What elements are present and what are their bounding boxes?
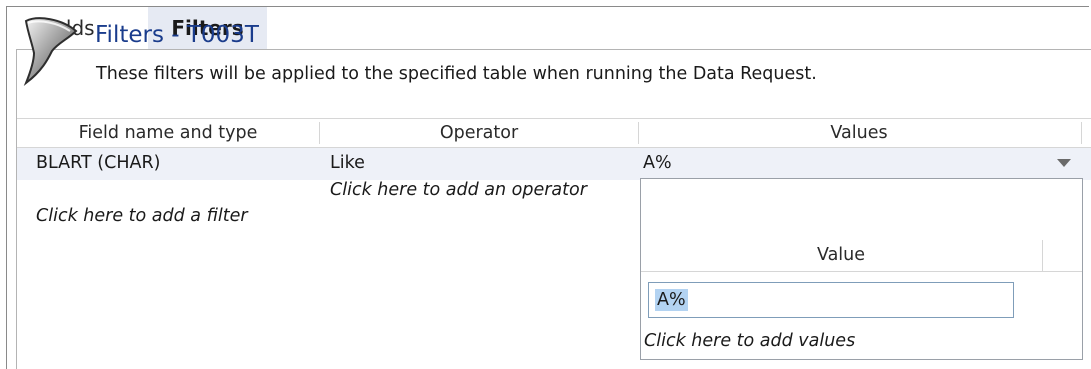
- column-header-values[interactable]: Values: [639, 119, 1079, 147]
- page-title: Filters - T003T: [95, 22, 259, 48]
- add-operator-link[interactable]: Click here to add an operator: [330, 180, 587, 200]
- column-header-operator[interactable]: Operator: [320, 119, 638, 147]
- values-popup-header: Value: [641, 240, 1082, 272]
- column-header-field[interactable]: Field name and type: [17, 119, 319, 147]
- field-cell[interactable]: BLART (CHAR): [36, 153, 160, 173]
- grid-header: Field name and type Operator Values: [17, 118, 1091, 148]
- filters-window: Fields Filters Filters - T003T These fil…: [0, 0, 1091, 369]
- table-row[interactable]: [17, 148, 1091, 180]
- add-filter-link[interactable]: Click here to add a filter: [36, 206, 248, 226]
- column-separator: [1042, 240, 1043, 271]
- chevron-down-icon[interactable]: [1057, 159, 1071, 167]
- value-column-header: Value: [816, 245, 866, 265]
- values-cell[interactable]: A%: [643, 153, 672, 173]
- add-values-link[interactable]: Click here to add values: [644, 331, 855, 351]
- page-subtitle: These filters will be applied to the spe…: [96, 64, 817, 84]
- funnel-icon: [23, 17, 78, 86]
- value-input[interactable]: A%: [648, 282, 1014, 318]
- operator-cell[interactable]: Like: [330, 153, 365, 173]
- column-separator: [1081, 122, 1082, 144]
- value-input-text: A%: [655, 289, 688, 311]
